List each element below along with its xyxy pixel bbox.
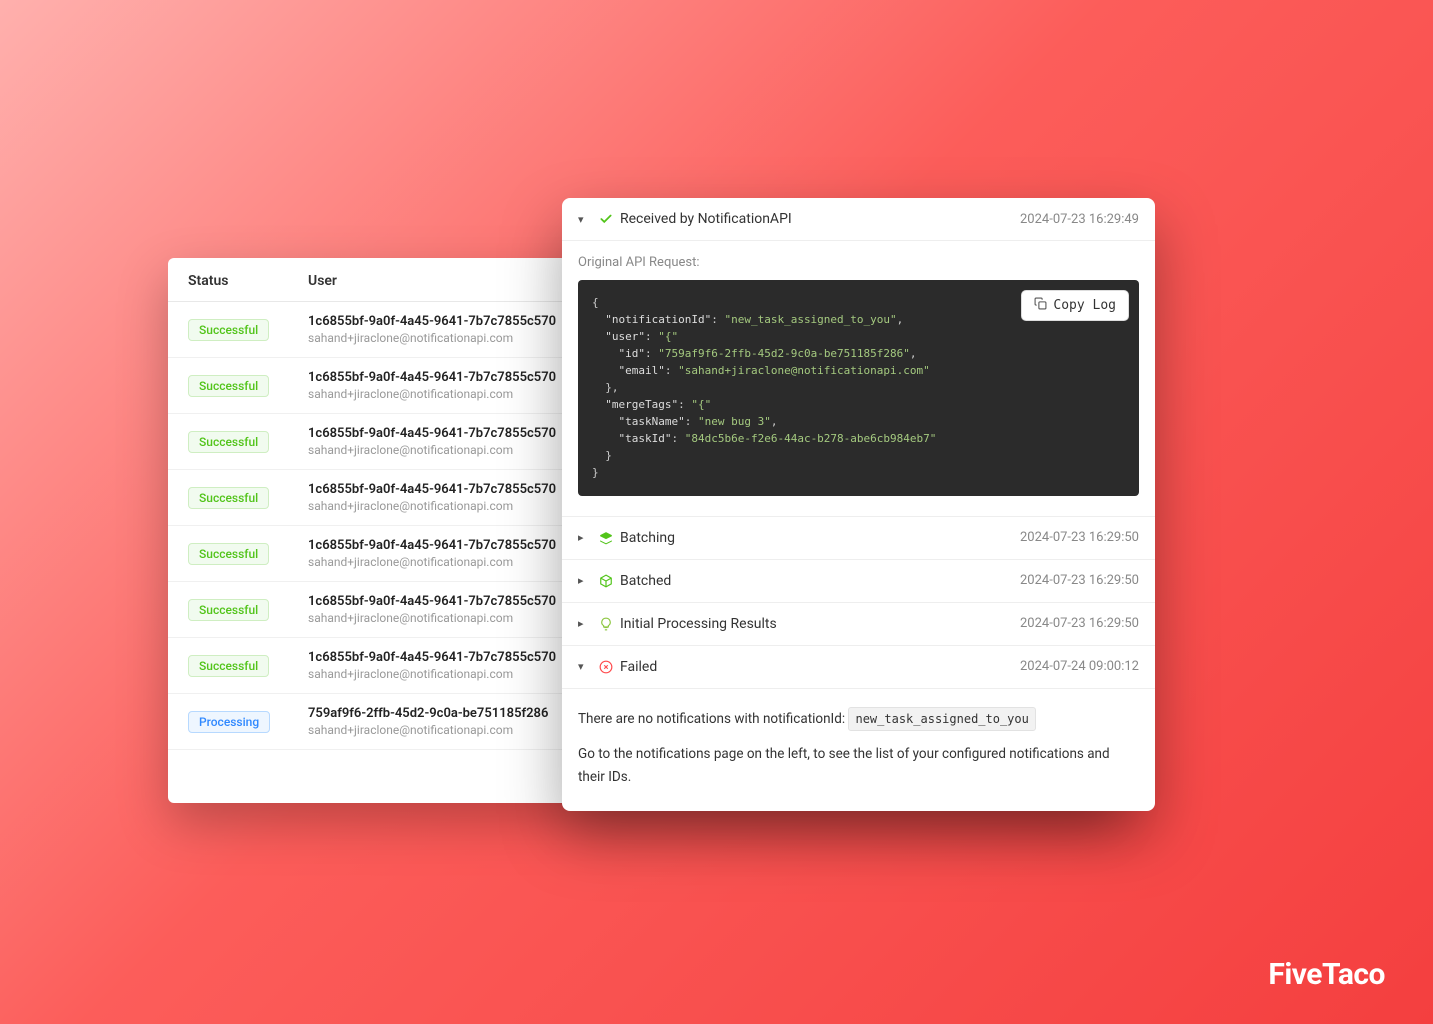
copy-log-button[interactable]: Copy Log bbox=[1021, 290, 1129, 321]
step-title: Batching bbox=[620, 530, 675, 546]
cube-icon bbox=[598, 574, 614, 588]
step-timestamp: 2024-07-23 16:29:50 bbox=[1020, 616, 1139, 631]
fail-icon bbox=[598, 660, 614, 674]
step-timestamp: 2024-07-23 16:29:50 bbox=[1020, 573, 1139, 588]
detail-step-row[interactable]: ▸ Initial Processing Results 2024-07-23 16… bbox=[562, 603, 1155, 646]
step-title: Batched bbox=[620, 573, 671, 589]
col-header-status: Status bbox=[188, 273, 308, 289]
error-message: There are no notifications with notifica… bbox=[562, 689, 1155, 811]
copy-log-label: Copy Log bbox=[1053, 298, 1116, 313]
step-timestamp: 2024-07-24 09:00:12 bbox=[1020, 659, 1139, 674]
detail-step-row[interactable]: ▸ Batching 2024-07-23 16:29:50 bbox=[562, 517, 1155, 560]
chevron-right-icon: ▸ bbox=[578, 531, 592, 544]
step-timestamp: 2024-07-23 16:29:50 bbox=[1020, 530, 1139, 545]
chevron-right-icon: ▸ bbox=[578, 574, 592, 587]
status-badge: Successful bbox=[188, 319, 269, 341]
copy-icon bbox=[1034, 297, 1047, 314]
detail-body: Original API Request: Copy Log{ "notific… bbox=[562, 241, 1155, 517]
detail-title: Received by NotificationAPI bbox=[620, 211, 792, 227]
status-badge: Processing bbox=[188, 711, 270, 733]
code-block: Copy Log{ "notificationId": "new_task_as… bbox=[578, 280, 1139, 496]
chevron-right-icon: ▸ bbox=[578, 617, 592, 630]
bulb-icon bbox=[598, 617, 614, 631]
status-badge: Successful bbox=[188, 543, 269, 565]
detail-panel: ▾ Received by NotificationAPI 2024-07-23… bbox=[562, 198, 1155, 811]
step-title: Initial Processing Results bbox=[620, 616, 777, 632]
chevron-down-icon: ▾ bbox=[578, 213, 592, 226]
error-line2: Go to the notifications page on the left… bbox=[578, 743, 1139, 789]
status-badge: Successful bbox=[188, 487, 269, 509]
check-icon bbox=[598, 212, 614, 226]
detail-timestamp: 2024-07-23 16:29:49 bbox=[1020, 212, 1139, 227]
error-notification-id: new_task_assigned_to_you bbox=[848, 707, 1035, 731]
chevron-down-icon: ▾ bbox=[578, 660, 592, 673]
status-badge: Successful bbox=[188, 599, 269, 621]
detail-step-row[interactable]: ▾ Failed 2024-07-24 09:00:12 bbox=[562, 646, 1155, 689]
status-badge: Successful bbox=[188, 431, 269, 453]
step-title: Failed bbox=[620, 659, 657, 675]
brand-logo: FiveTaco bbox=[1268, 957, 1385, 992]
original-request-label: Original API Request: bbox=[578, 255, 1139, 270]
detail-header[interactable]: ▾ Received by NotificationAPI 2024-07-23… bbox=[562, 198, 1155, 241]
batch-icon bbox=[598, 531, 614, 545]
error-line1-text: There are no notifications with notifica… bbox=[578, 711, 845, 727]
status-badge: Successful bbox=[188, 655, 269, 677]
status-badge: Successful bbox=[188, 375, 269, 397]
detail-step-row[interactable]: ▸ Batched 2024-07-23 16:29:50 bbox=[562, 560, 1155, 603]
